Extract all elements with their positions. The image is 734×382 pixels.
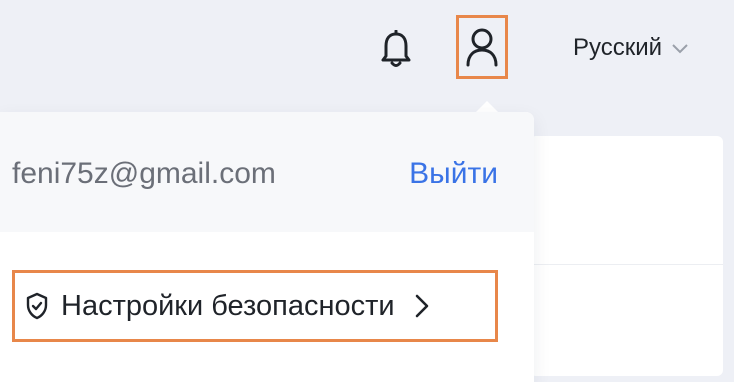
account-email: feni75z@gmail.com (12, 157, 276, 190)
background-card (530, 136, 723, 376)
chevron-down-icon (672, 44, 688, 54)
top-header: Русский (0, 0, 734, 100)
account-info: feni75z@gmail.com Выйти (0, 112, 534, 232)
shield-icon (26, 292, 48, 320)
chevron-right-icon (415, 294, 428, 318)
language-selector[interactable]: Русский (573, 34, 690, 62)
account-dropdown: feni75z@gmail.com Выйти Настройки безопа… (0, 112, 534, 382)
bell-icon[interactable] (380, 29, 412, 70)
logout-link[interactable]: Выйти (409, 157, 498, 191)
user-account-button[interactable] (456, 15, 508, 79)
security-settings-item[interactable]: Настройки безопасности (12, 270, 498, 342)
security-settings-label: Настройки безопасности (61, 289, 395, 322)
card-divider (530, 264, 723, 265)
language-label: Русский (573, 34, 663, 61)
user-icon (466, 28, 498, 67)
